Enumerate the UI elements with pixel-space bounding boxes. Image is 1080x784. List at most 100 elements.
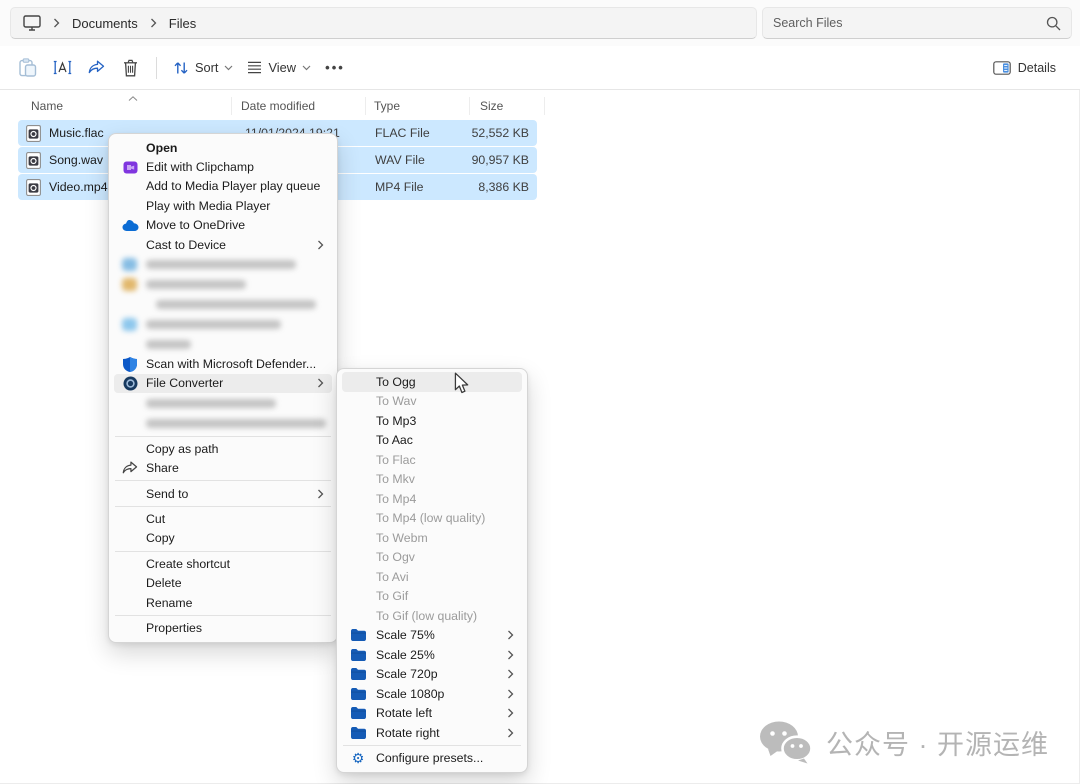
redacted-menu-item[interactable] [114, 274, 332, 294]
menu-item-delete[interactable]: Delete [114, 573, 332, 592]
menu-item-label: File Converter [146, 376, 223, 390]
menu-item-copy-as-path[interactable]: Copy as path [114, 439, 332, 458]
menu-item-scale-1080p[interactable]: Scale 1080p [342, 684, 522, 704]
submenu-arrow-icon [317, 240, 324, 250]
menu-item-open[interactable]: Open [114, 138, 332, 157]
file-size: 8,386 KB [470, 180, 537, 194]
menu-item-cast-to-device[interactable]: Cast to Device [114, 235, 332, 254]
menu-item-to-aac[interactable]: To Aac [342, 431, 522, 451]
menu-item-rotate-right[interactable]: Rotate right [342, 723, 522, 743]
folder-icon [349, 686, 367, 702]
column-header-size[interactable]: Size [470, 97, 545, 115]
menu-item-rotate-left[interactable]: Rotate left [342, 704, 522, 724]
menu-item-add-to-media-player-play-queue[interactable]: Add to Media Player play queue [114, 177, 332, 196]
menu-item-to-avi[interactable]: To Avi [342, 567, 522, 587]
rename-button[interactable] [45, 51, 79, 85]
menu-item-share[interactable]: Share [114, 459, 332, 478]
menu-item-cut[interactable]: Cut [114, 509, 332, 528]
menu-item-to-mp3[interactable]: To Mp3 [342, 411, 522, 431]
media-file-icon [26, 179, 41, 196]
menu-item-label: Add to Media Player play queue [146, 179, 320, 193]
menu-item-to-mp4[interactable]: To Mp4 [342, 489, 522, 509]
menu-item-to-gif-low-quality[interactable]: To Gif (low quality) [342, 606, 522, 626]
redacted-menu-item[interactable] [114, 413, 332, 433]
delete-button[interactable] [113, 51, 147, 85]
column-header-type[interactable]: Type [366, 97, 470, 115]
menu-item-properties[interactable]: Properties [114, 618, 332, 637]
paste-icon [19, 58, 37, 77]
details-pane-button[interactable]: Details [984, 51, 1065, 85]
menu-item-rename[interactable]: Rename [114, 593, 332, 612]
menu-item-create-shortcut[interactable]: Create shortcut [114, 554, 332, 573]
redacted-menu-item[interactable] [114, 334, 332, 354]
menu-item-label: Cut [146, 512, 165, 526]
rename-icon [53, 60, 72, 75]
menu-item-move-to-onedrive[interactable]: Move to OneDrive [114, 216, 332, 235]
breadcrumb-item-documents[interactable]: Documents [66, 14, 144, 33]
mouse-cursor [452, 372, 471, 399]
sort-ascending-caret-icon [128, 90, 138, 104]
menu-item-to-wav[interactable]: To Wav [342, 392, 522, 412]
menu-item-to-gif[interactable]: To Gif [342, 587, 522, 607]
menu-item-file-converter[interactable]: File Converter [114, 374, 332, 393]
menu-item-send-to[interactable]: Send to [114, 484, 332, 503]
chevron-down-icon [224, 65, 233, 71]
watermark-text: 公众号 · 开源运维 [826, 723, 1049, 762]
menu-item-label: Send to [146, 487, 188, 501]
menu-item-to-webm[interactable]: To Webm [342, 528, 522, 548]
menu-item-scan-with-microsoft-defender[interactable]: Scan with Microsoft Defender... [114, 354, 332, 373]
menu-item-configure-presets[interactable]: ⚙Configure presets... [342, 749, 522, 769]
menu-item-to-ogg[interactable]: To Ogg [342, 372, 522, 392]
submenu-arrow-icon [317, 378, 324, 388]
folder-icon [349, 705, 367, 721]
menu-item-label: To Wav [376, 394, 417, 408]
menu-item-scale-25%[interactable]: Scale 25% [342, 645, 522, 665]
menu-item-label: Rename [146, 596, 192, 610]
menu-item-label: Properties [146, 621, 202, 635]
redacted-menu-item[interactable] [114, 294, 332, 314]
wechat-icon [759, 720, 813, 764]
menu-item-to-mkv[interactable]: To Mkv [342, 470, 522, 490]
search-input[interactable] [773, 16, 1046, 30]
redacted-menu-item[interactable] [114, 314, 332, 334]
view-icon [247, 61, 262, 74]
redacted-menu-item[interactable] [114, 393, 332, 413]
menu-item-scale-75%[interactable]: Scale 75% [342, 626, 522, 646]
menu-item-edit-with-clipchamp[interactable]: Edit with Clipchamp [114, 157, 332, 176]
menu-item-label: Scan with Microsoft Defender... [146, 357, 316, 371]
menu-item-label: Edit with Clipchamp [146, 160, 254, 174]
breadcrumb-chevron-icon [150, 18, 157, 28]
menu-item-to-mp4-low-quality[interactable]: To Mp4 (low quality) [342, 509, 522, 529]
menu-item-label: To Ogv [376, 550, 415, 564]
menu-item-label: To Mp4 [376, 492, 416, 506]
view-button[interactable]: View [240, 51, 318, 85]
share-icon [121, 460, 139, 476]
menu-item-play-with-media-player[interactable]: Play with Media Player [114, 196, 332, 215]
search-box[interactable] [762, 7, 1072, 39]
ellipsis-icon: ••• [325, 60, 345, 75]
redacted-icon [122, 258, 137, 271]
folder-icon [349, 647, 367, 663]
paste-button[interactable] [11, 51, 45, 85]
folder-icon [349, 666, 367, 682]
redacted-menu-item[interactable] [114, 254, 332, 274]
breadcrumb-item-files[interactable]: Files [163, 14, 202, 33]
breadcrumb[interactable]: Documents Files [10, 7, 757, 39]
menu-separator [115, 551, 331, 552]
menu-item-scale-720p[interactable]: Scale 720p [342, 665, 522, 685]
sort-button[interactable]: Sort [166, 51, 240, 85]
sort-label: Sort [195, 60, 218, 75]
menu-item-label: To Avi [376, 570, 409, 584]
column-header-date-modified[interactable]: Date modified [232, 97, 366, 115]
file-type: MP4 File [366, 180, 470, 194]
search-icon[interactable] [1046, 16, 1061, 31]
menu-item-copy[interactable]: Copy [114, 529, 332, 548]
details-label: Details [1018, 61, 1056, 75]
menu-item-to-flac[interactable]: To Flac [342, 450, 522, 470]
more-options-button[interactable]: ••• [318, 51, 352, 85]
column-header-name[interactable]: Name [18, 97, 232, 115]
menu-item-to-ogv[interactable]: To Ogv [342, 548, 522, 568]
this-pc-monitor-icon[interactable] [23, 15, 41, 31]
share-button[interactable] [79, 51, 113, 85]
sort-icon [173, 61, 189, 75]
